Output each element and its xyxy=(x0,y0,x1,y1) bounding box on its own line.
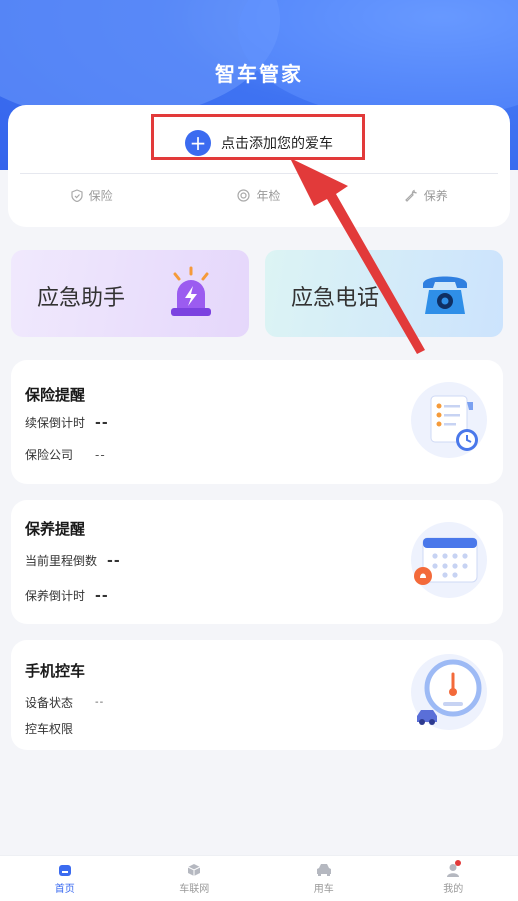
bottom-nav: 首页 车联网 用车 我的 xyxy=(0,855,518,901)
nav-home-label: 首页 xyxy=(54,883,75,895)
car-icon xyxy=(316,863,331,876)
nav-mine[interactable]: 我的 xyxy=(389,856,518,901)
annotation-arrow xyxy=(290,158,425,354)
nav-mine-label: 我的 xyxy=(443,883,464,895)
nav-usecar[interactable]: 用车 xyxy=(259,856,389,901)
cube-icon xyxy=(188,863,201,876)
home-icon xyxy=(58,864,71,876)
nav-iov-label: 车联网 xyxy=(179,883,210,895)
nav-iov[interactable]: 车联网 xyxy=(130,856,260,901)
nav-home[interactable]: 首页 xyxy=(0,856,130,901)
nav-usecar-label: 用车 xyxy=(313,883,334,895)
notification-dot xyxy=(455,860,461,866)
